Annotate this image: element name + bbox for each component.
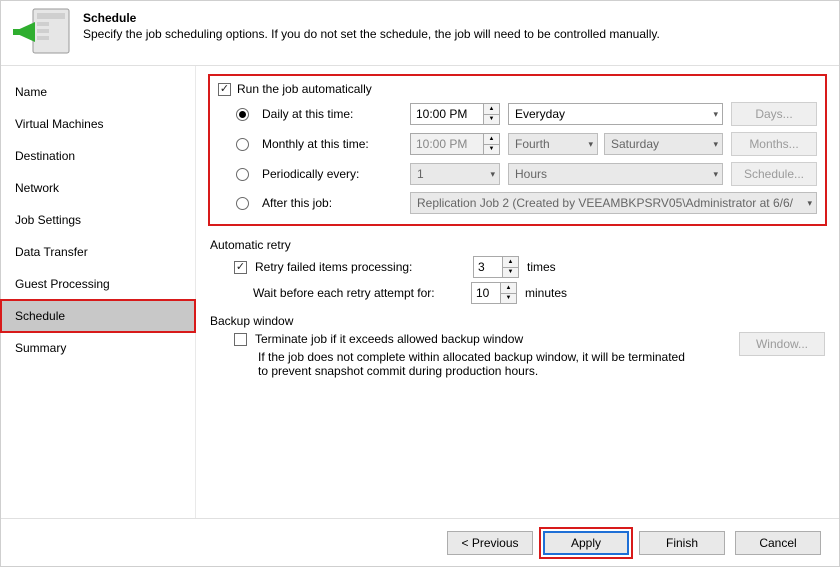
window-button[interactable]: Window...: [739, 332, 825, 356]
page-description: Specify the job scheduling options. If y…: [83, 27, 827, 41]
retry-wait-label: Wait before each retry attempt for:: [253, 286, 463, 300]
period-value-select[interactable]: 1 ▾: [410, 163, 500, 185]
chevron-down-icon: ▾: [490, 169, 495, 180]
wait-down[interactable]: ▼: [501, 293, 516, 304]
retry-enable-label: Retry failed items processing:: [255, 260, 465, 274]
chevron-down-icon: ▾: [807, 198, 812, 209]
retry-enable-checkbox[interactable]: [234, 261, 247, 274]
retry-wait-input[interactable]: 10 ▲ ▼: [471, 282, 517, 304]
backup-window-note: If the job does not complete within allo…: [258, 350, 698, 378]
monthly-ordinal-select[interactable]: Fourth ▾: [508, 133, 598, 155]
run-auto-checkbox[interactable]: [218, 83, 231, 96]
schedule-button[interactable]: Schedule...: [731, 162, 817, 186]
finish-button[interactable]: Finish: [639, 531, 725, 555]
daily-day-select[interactable]: Everyday ▾: [508, 103, 723, 125]
months-button[interactable]: Months...: [731, 132, 817, 156]
after-radio[interactable]: [236, 197, 249, 210]
retry-section-label: Automatic retry: [210, 238, 825, 252]
step-network[interactable]: Network: [1, 172, 195, 204]
chevron-down-icon: ▾: [713, 139, 718, 150]
wizard-body: Name Virtual Machines Destination Networ…: [1, 65, 839, 518]
step-name[interactable]: Name: [1, 76, 195, 108]
retry-down[interactable]: ▼: [503, 267, 518, 278]
daily-time-input[interactable]: 10:00 PM ▲ ▼: [410, 103, 500, 125]
previous-button[interactable]: < Previous: [447, 531, 533, 555]
chevron-down-icon: ▾: [713, 169, 718, 180]
schedule-panel: Run the job automatically Daily at this …: [196, 66, 839, 518]
step-job-settings[interactable]: Job Settings: [1, 204, 195, 236]
days-button[interactable]: Days...: [731, 102, 817, 126]
wizard-steps: Name Virtual Machines Destination Networ…: [1, 66, 196, 518]
period-label: Periodically every:: [262, 167, 402, 181]
cancel-button[interactable]: Cancel: [735, 531, 821, 555]
period-radio[interactable]: [236, 168, 249, 181]
monthly-radio[interactable]: [236, 138, 249, 151]
schedule-icon: [13, 7, 73, 57]
daily-label: Daily at this time:: [262, 107, 402, 121]
monthly-weekday-select[interactable]: Saturday ▾: [604, 133, 723, 155]
terminate-checkbox[interactable]: [234, 333, 247, 346]
step-data-transfer[interactable]: Data Transfer: [1, 236, 195, 268]
terminate-label: Terminate job if it exceeds allowed back…: [255, 332, 523, 346]
step-virtual-machines[interactable]: Virtual Machines: [1, 108, 195, 140]
backup-window-section-label: Backup window: [210, 314, 825, 328]
monthly-time-up[interactable]: ▲: [484, 134, 499, 144]
step-guest-processing[interactable]: Guest Processing: [1, 268, 195, 300]
daily-time-up[interactable]: ▲: [484, 104, 499, 114]
after-job-select[interactable]: Replication Job 2 (Created by VEEAMBKPSR…: [410, 192, 817, 214]
step-summary[interactable]: Summary: [1, 332, 195, 364]
monthly-time-down[interactable]: ▼: [484, 144, 499, 155]
after-label: After this job:: [262, 196, 402, 210]
apply-button[interactable]: Apply: [543, 531, 629, 555]
wizard-header: Schedule Specify the job scheduling opti…: [1, 1, 839, 65]
retry-times-label: times: [527, 260, 556, 274]
retry-minutes-label: minutes: [525, 286, 567, 300]
period-unit-select[interactable]: Hours ▾: [508, 163, 723, 185]
chevron-down-icon: ▾: [713, 109, 718, 120]
step-destination[interactable]: Destination: [1, 140, 195, 172]
monthly-time-input[interactable]: 10:00 PM ▲ ▼: [410, 133, 500, 155]
wizard-footer: < Previous Apply Finish Cancel: [1, 518, 839, 566]
wizard-window: Schedule Specify the job scheduling opti…: [0, 0, 840, 567]
chevron-down-icon: ▾: [588, 139, 593, 150]
daily-time-down[interactable]: ▼: [484, 114, 499, 125]
step-schedule[interactable]: Schedule: [1, 300, 195, 332]
page-title: Schedule: [83, 11, 827, 25]
run-auto-label: Run the job automatically: [237, 82, 372, 96]
monthly-label: Monthly at this time:: [262, 137, 402, 151]
run-automatically-group: Run the job automatically Daily at this …: [210, 76, 825, 224]
retry-up[interactable]: ▲: [503, 257, 518, 267]
daily-radio[interactable]: [236, 108, 249, 121]
retry-count-input[interactable]: 3 ▲ ▼: [473, 256, 519, 278]
wait-up[interactable]: ▲: [501, 283, 516, 293]
